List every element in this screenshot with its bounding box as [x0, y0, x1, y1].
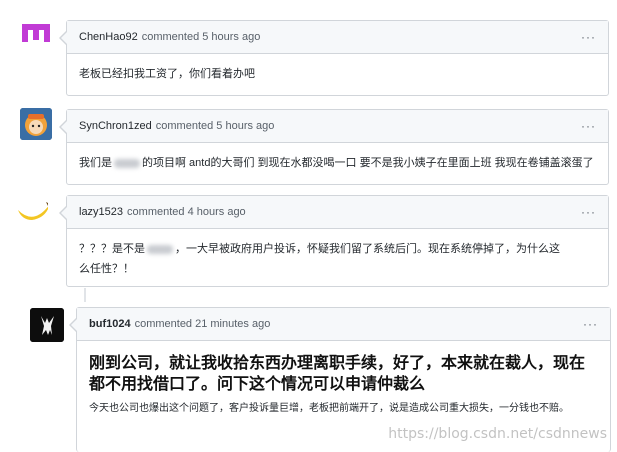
avatar[interactable]	[30, 308, 64, 342]
comment-body: 今天也公司也爆出这个问题了，客户投诉量巨增，老板把前端开了，说是造成公司重大损失…	[89, 403, 569, 414]
more-options-icon[interactable]: ···	[581, 30, 596, 44]
comment-body: ？？？是不是 ，一大早被政府用户投诉，怀疑我们留了系统后门。现在系统停掉了，为什么…	[67, 229, 608, 289]
comment-text-start: 我们是	[79, 157, 112, 169]
timeline-connector	[84, 288, 86, 302]
avatar[interactable]	[20, 108, 52, 140]
banana-avatar-icon	[18, 202, 48, 220]
comment-headline: 刚到公司，就让我收拾东西办理离职手续，好了，本来就在裁人，现在都不用找借口了。问…	[89, 355, 586, 393]
comment-body: 老板已经扣我工资了，你们看着办吧	[79, 68, 255, 80]
comment-author[interactable]: SynChron1zed	[79, 120, 152, 132]
more-options-icon[interactable]: ···	[581, 205, 596, 219]
comment-author[interactable]: buf1024	[89, 318, 131, 330]
comment-box: lazy1523 commented 4 hours ago ··· ？？？是不…	[59, 195, 609, 289]
cartoon-avatar-icon	[20, 108, 52, 140]
comment-header: buf1024 commented 21 minutes ago ···	[77, 308, 610, 341]
comment-header: SynChron1zed commented 5 hours ago ···	[67, 110, 608, 143]
comment-timestamp[interactable]: commented 21 minutes ago	[135, 318, 271, 330]
comment-timestamp[interactable]: commented 5 hours ago	[142, 31, 261, 43]
comment-author[interactable]: lazy1523	[79, 206, 123, 218]
avatar[interactable]	[16, 196, 48, 228]
avatar[interactable]	[20, 18, 52, 50]
comment-author[interactable]: ChenHao92	[79, 31, 138, 43]
more-options-icon[interactable]: ···	[581, 119, 596, 133]
comment-timestamp[interactable]: commented 5 hours ago	[156, 120, 275, 132]
dark-avatar-icon	[30, 308, 64, 342]
comment-text-start: ？？？是不是	[79, 243, 145, 255]
redacted-text	[147, 244, 173, 254]
comment-header: lazy1523 commented 4 hours ago ···	[67, 196, 608, 229]
comment-box: SynChron1zed commented 5 hours ago ··· 我…	[59, 109, 609, 185]
identicon-avatar-icon	[22, 24, 50, 42]
comment-box: ChenHao92 commented 5 hours ago ··· 老板已经…	[59, 20, 609, 96]
more-options-icon[interactable]: ···	[583, 317, 598, 331]
watermark: https://blog.csdn.net/csdnnews	[388, 426, 607, 442]
comment-header: ChenHao92 commented 5 hours ago ···	[67, 21, 608, 54]
redacted-text	[114, 158, 140, 168]
comment-timestamp[interactable]: commented 4 hours ago	[127, 206, 246, 218]
comment-body: 我们是 的项目啊 antd的大哥们 到现在水都没喝一口 要不是我小姨子在里面上班 …	[67, 143, 608, 183]
comment-text-end: 的项目啊 antd的大哥们 到现在水都没喝一口 要不是我小姨子在里面上班 我现在…	[142, 157, 594, 169]
